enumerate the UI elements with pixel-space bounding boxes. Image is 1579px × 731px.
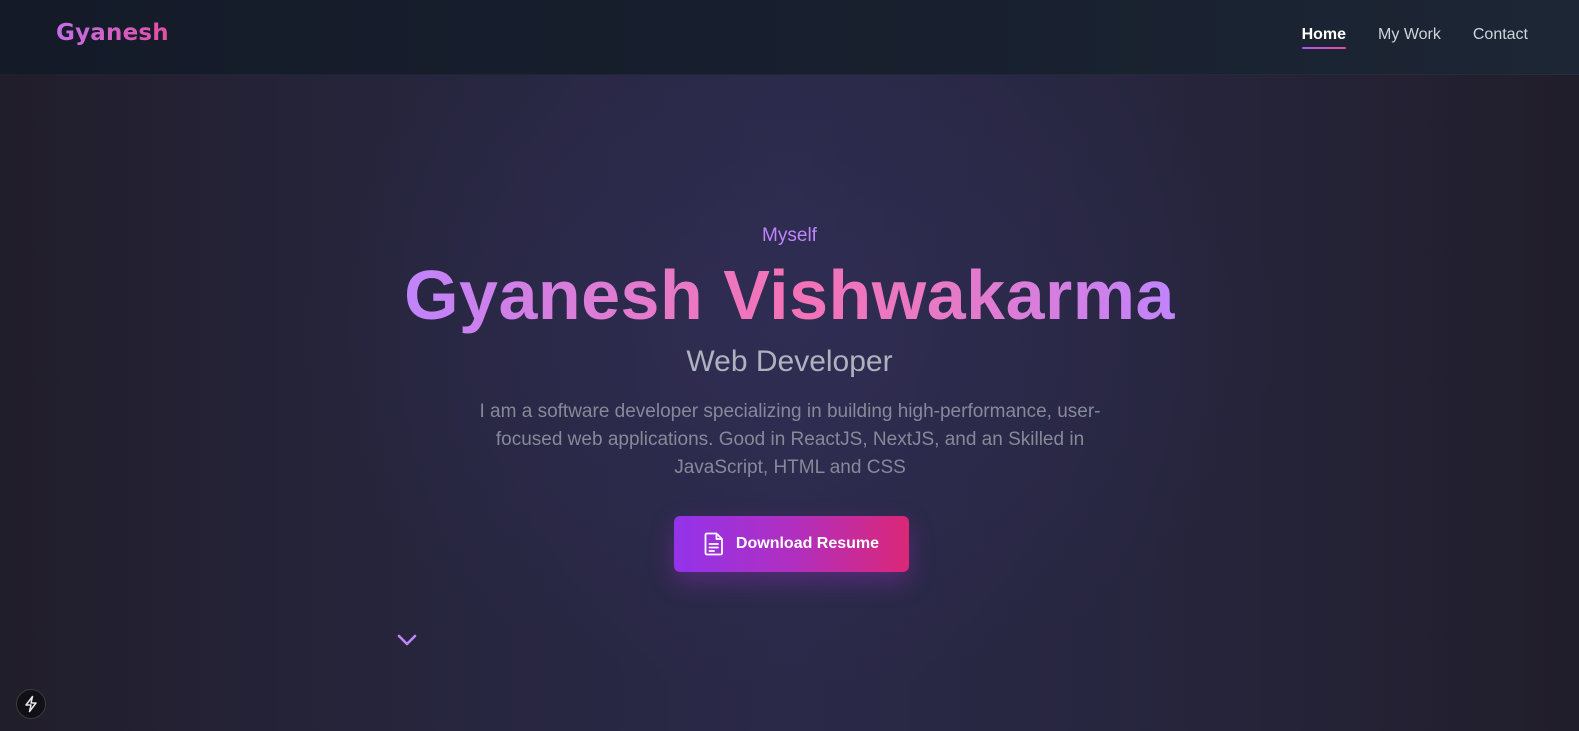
download-resume-label: Download Resume	[735, 535, 880, 552]
page: Gyanesh Home My Work Contact Myself Gyan…	[0, 0, 1579, 731]
hero-name: Gyanesh Vishwakarma	[0, 255, 1579, 335]
nav-links: Home My Work Contact	[1301, 26, 1528, 49]
hero-bio: I am a software developer specializing i…	[479, 401, 1101, 478]
download-resume-button[interactable]: Download Resume	[674, 516, 909, 572]
nav-link-my-work[interactable]: My Work	[1378, 26, 1441, 48]
nav-link-home[interactable]: Home	[1301, 26, 1347, 49]
lightning-bolt-icon[interactable]	[16, 689, 46, 719]
document-icon	[704, 532, 724, 556]
hero-eyebrow: Myself	[762, 225, 817, 246]
chevron-down-icon[interactable]	[396, 632, 418, 648]
hero-section: Myself Gyanesh Vishwakarma Web Developer…	[0, 75, 1579, 731]
hero-role: Web Developer	[686, 345, 893, 378]
top-navbar: Gyanesh Home My Work Contact	[0, 0, 1579, 75]
nav-link-contact[interactable]: Contact	[1473, 26, 1528, 48]
hero-name-text: Gyanesh Vishwakarma	[404, 256, 1175, 334]
brand-logo[interactable]: Gyanesh	[56, 20, 169, 46]
